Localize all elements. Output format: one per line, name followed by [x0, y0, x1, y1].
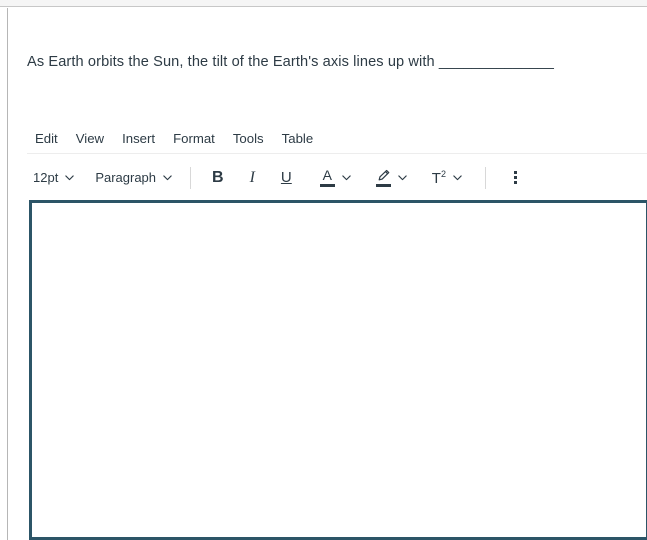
rce-toolbar: 12pt Paragraph B I U A T2 [27, 155, 647, 200]
text-color-letter: A [322, 167, 332, 183]
font-size-label: 12pt [33, 170, 59, 185]
menu-item-view[interactable]: View [68, 128, 112, 149]
chevron-down-icon[interactable] [452, 172, 463, 183]
question-prompt-text: As Earth orbits the Sun, the tilt of the… [27, 54, 554, 70]
kebab-dot [514, 181, 518, 184]
highlight-color-button[interactable] [370, 164, 414, 192]
page-container: As Earth orbits the Sun, the tilt of the… [7, 8, 647, 540]
rich-text-editor-body[interactable] [29, 200, 647, 540]
highlight-marker-icon [375, 169, 391, 187]
italic-button[interactable]: I [244, 164, 261, 192]
menu-item-table[interactable]: Table [274, 128, 322, 149]
bold-icon: B [212, 168, 224, 186]
menu-item-insert[interactable]: Insert [114, 128, 163, 149]
text-color-button[interactable]: A [314, 164, 358, 192]
menu-item-format[interactable]: Format [165, 128, 223, 149]
chevron-down-icon[interactable] [397, 172, 408, 183]
menu-item-edit[interactable]: Edit [27, 128, 66, 149]
underline-button[interactable]: U [275, 164, 298, 192]
editor-content-area[interactable] [32, 203, 646, 537]
font-size-dropdown[interactable]: 12pt [27, 164, 81, 192]
bold-button[interactable]: B [206, 164, 230, 192]
italic-icon: I [249, 168, 255, 186]
superscript-button[interactable]: T2 [426, 164, 469, 192]
toolbar-divider [190, 166, 192, 189]
toolbar-overflow-button[interactable] [503, 164, 529, 192]
kebab-menu-icon [509, 171, 523, 184]
superscript-icon: T2 [432, 169, 446, 187]
text-color-swatch [319, 184, 335, 187]
underline-icon: U [280, 169, 292, 186]
chevron-down-icon[interactable] [341, 172, 352, 183]
toolbar-divider [484, 166, 486, 189]
kebab-dot [514, 176, 518, 179]
chevron-down-icon [162, 172, 173, 183]
highlight-color-swatch [375, 183, 391, 187]
menu-item-tools[interactable]: Tools [225, 128, 272, 149]
block-format-label: Paragraph [95, 170, 157, 185]
kebab-dot [514, 171, 518, 174]
rce-menu-bar: Edit View Insert Format Tools Table [27, 123, 647, 154]
text-color-icon: A [319, 167, 335, 187]
superscript-exponent: 2 [440, 168, 446, 179]
superscript-base: T [431, 169, 441, 187]
block-format-dropdown[interactable]: Paragraph [89, 164, 179, 192]
window-top-strip [0, 0, 647, 7]
chevron-down-icon [64, 172, 75, 183]
